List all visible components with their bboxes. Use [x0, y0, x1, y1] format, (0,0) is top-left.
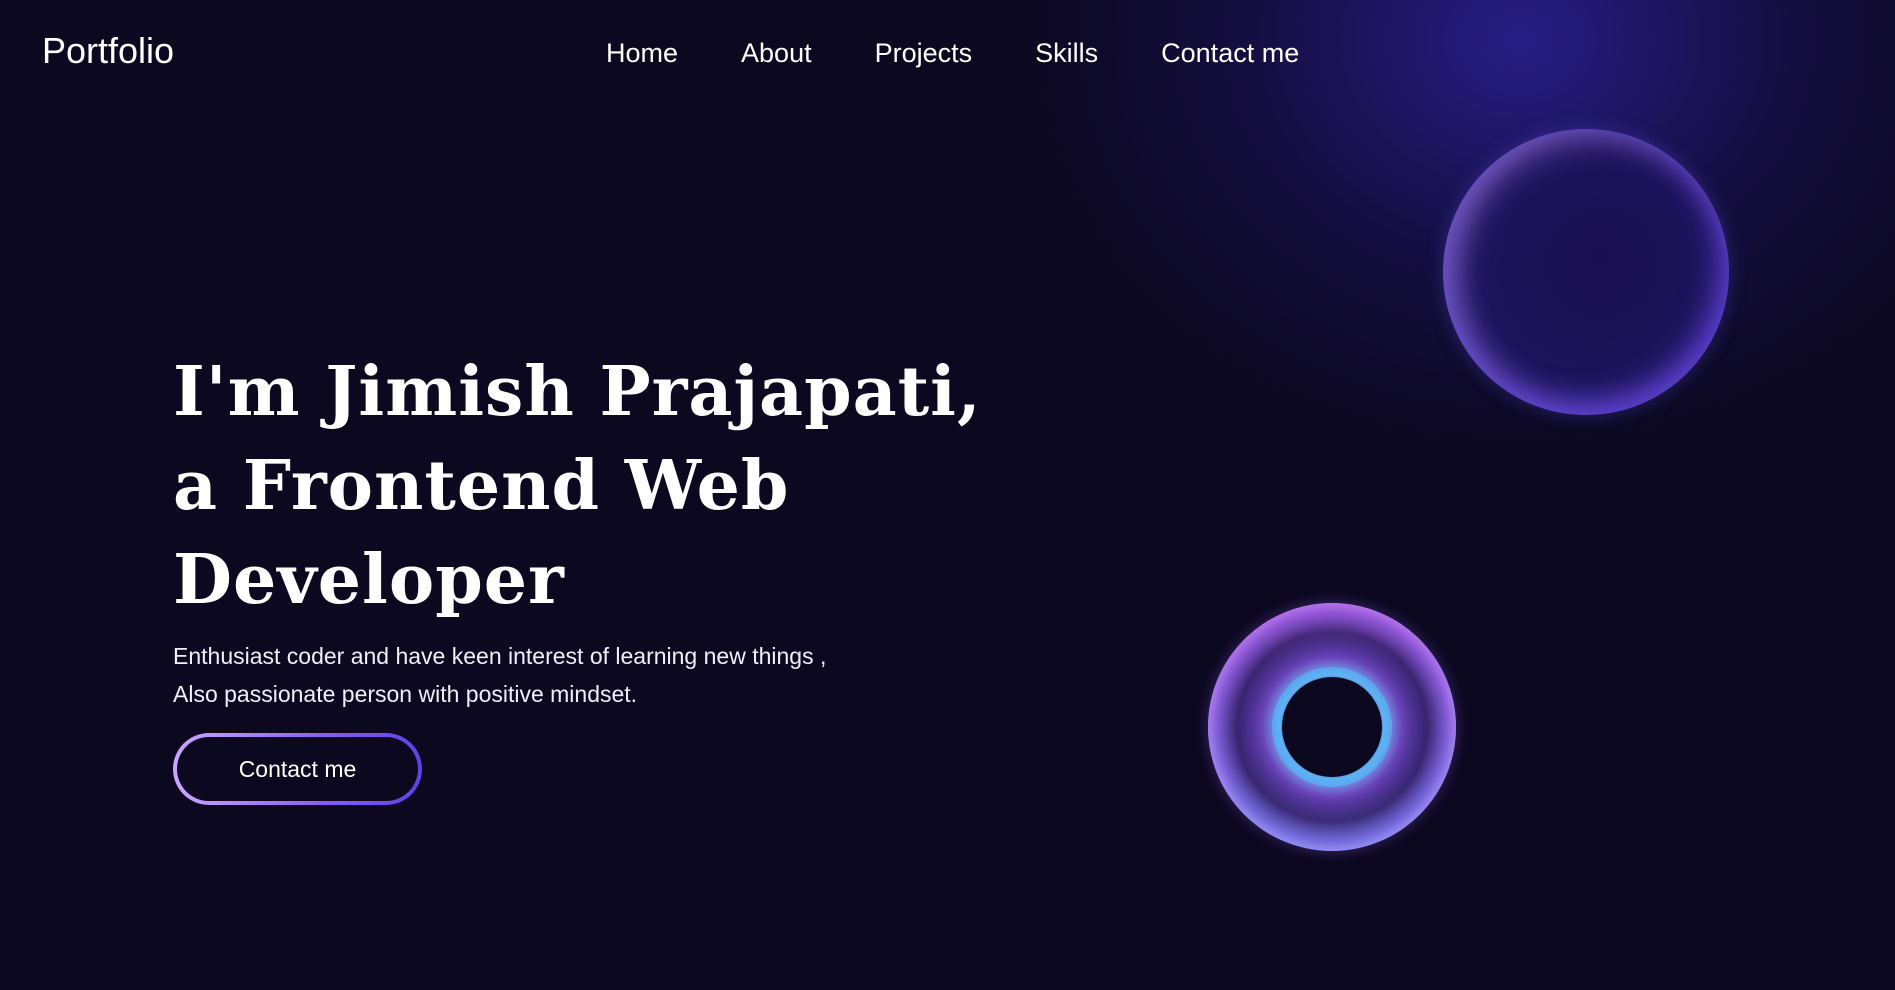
hero-title: I'm Jimish Prajapati, a Frontend Web Dev…	[173, 345, 1073, 627]
nav-link-about[interactable]: About	[741, 38, 812, 69]
decorative-sphere	[1443, 129, 1729, 415]
navbar: Portfolio Home About Projects Skills Con…	[0, 0, 1895, 110]
hero-title-line: a Frontend Web	[173, 446, 790, 526]
nav-link-contact[interactable]: Contact me	[1161, 38, 1299, 69]
page: Portfolio Home About Projects Skills Con…	[0, 0, 1895, 990]
decorative-ring	[1208, 603, 1456, 851]
hero-description-line: Enthusiast coder and have keen interest …	[173, 643, 827, 669]
logo[interactable]: Portfolio	[42, 30, 174, 72]
hero-description: Enthusiast coder and have keen interest …	[173, 637, 1073, 713]
contact-me-button[interactable]: Contact me	[173, 733, 422, 805]
hero-section: I'm Jimish Prajapati, a Frontend Web Dev…	[173, 345, 1073, 805]
nav-link-skills[interactable]: Skills	[1035, 38, 1098, 69]
hero-description-line: Also passionate person with positive min…	[173, 681, 638, 707]
nav-link-projects[interactable]: Projects	[875, 38, 973, 69]
hero-title-line: I'm Jimish Prajapati,	[173, 352, 982, 432]
nav-link-home[interactable]: Home	[606, 38, 678, 69]
hero-title-line: Developer	[173, 540, 565, 620]
nav-links: Home About Projects Skills Contact me	[606, 38, 1299, 69]
